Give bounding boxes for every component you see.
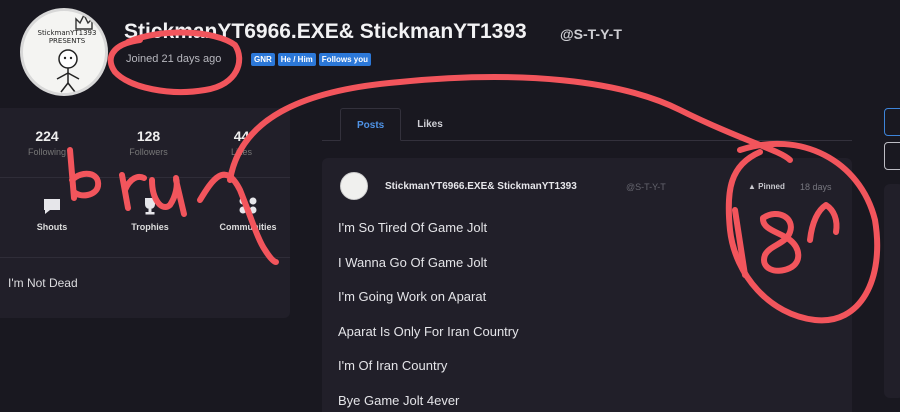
post-author-name[interactable]: StickmanYT6966.EXE& StickmanYT1393	[385, 181, 577, 192]
nav-communities[interactable]: Communities	[220, 196, 277, 257]
post-line: I'm Of Iran Country	[338, 358, 448, 373]
profile-nav: Shouts Trophies Communities	[0, 178, 290, 258]
badge-gnr: GNR	[251, 53, 275, 66]
profile-sidebar-card: 224 Following 128 Followers 44 Likes Sho…	[0, 108, 290, 318]
right-sidebar-card	[884, 184, 900, 398]
post-line: I'm Going Work on Aparat	[338, 289, 487, 304]
pinned-indicator: ▲ Pinned	[748, 182, 785, 191]
profile-badges: GNR He / Him Follows you	[251, 53, 372, 66]
post-line: Bye Game Jolt 4ever	[338, 392, 460, 408]
badge-follows-you: Follows you	[318, 53, 372, 66]
post-line: I'm So Tired Of Game Jolt	[338, 220, 488, 235]
pinned-label: Pinned	[758, 182, 785, 191]
avatar-caption: StickmanYT1393 PRESENTS	[37, 29, 97, 45]
chat-bubble-icon	[44, 199, 60, 214]
joined-date: Joined 21 days ago	[126, 53, 222, 65]
content-tabs: Posts Likes	[322, 108, 852, 141]
pin-icon: ▲	[748, 182, 756, 191]
pinned-post[interactable]: StickmanYT6966.EXE& StickmanYT1393 @S-T-…	[322, 158, 852, 412]
stat-followers[interactable]: 128 Followers	[129, 128, 168, 177]
profile-stats: 224 Following 128 Followers 44 Likes	[0, 108, 290, 178]
profile-name: StickmanYT6966.EXE& StickmanYT1393	[124, 20, 527, 43]
post-author-avatar[interactable]	[340, 172, 368, 200]
post-line: Aparat Is Only For Iran Country	[338, 323, 519, 339]
profile-avatar[interactable]: StickmanYT1393 PRESENTS	[20, 8, 108, 96]
post-body: I'm So Tired Of Game Jolt I Wanna Go Of …	[338, 220, 519, 412]
follow-button-partial[interactable]	[884, 108, 900, 136]
stat-following[interactable]: 224 Following	[28, 128, 66, 177]
stat-label: Following	[28, 147, 67, 157]
profile-handle: @S-T-Y-T	[560, 26, 622, 42]
nav-label: Trophies	[131, 222, 169, 232]
profile-bio: I'm Not Dead	[8, 276, 78, 290]
post-author-handle: @S-T-Y-T	[626, 182, 666, 192]
communities-icon	[239, 197, 257, 214]
stat-value: 128	[136, 128, 161, 144]
nav-label: Shouts	[36, 222, 68, 232]
nav-trophies[interactable]: Trophies	[126, 196, 174, 257]
nav-shouts[interactable]: Shouts	[28, 196, 76, 257]
stat-value: 224	[35, 128, 59, 144]
stat-value: 44	[233, 128, 250, 144]
tab-likes[interactable]: Likes	[401, 108, 459, 141]
nav-label: Communities	[219, 222, 277, 232]
post-line: I Wanna Go Of Game Jolt	[338, 254, 488, 270]
stat-likes[interactable]: 44 Likes	[231, 128, 252, 177]
trophy-icon	[145, 198, 155, 215]
tab-posts[interactable]: Posts	[340, 108, 402, 141]
stickman-figure	[56, 49, 80, 93]
stat-label: Followers	[129, 147, 168, 157]
post-timestamp: 18 days	[800, 182, 832, 192]
badge-pronouns: He / Him	[277, 53, 316, 66]
more-button-partial[interactable]	[884, 142, 900, 170]
stat-label: Likes	[230, 147, 252, 157]
profile-page: StickmanYT1393 PRESENTS StickmanYT6966.E…	[0, 0, 900, 412]
